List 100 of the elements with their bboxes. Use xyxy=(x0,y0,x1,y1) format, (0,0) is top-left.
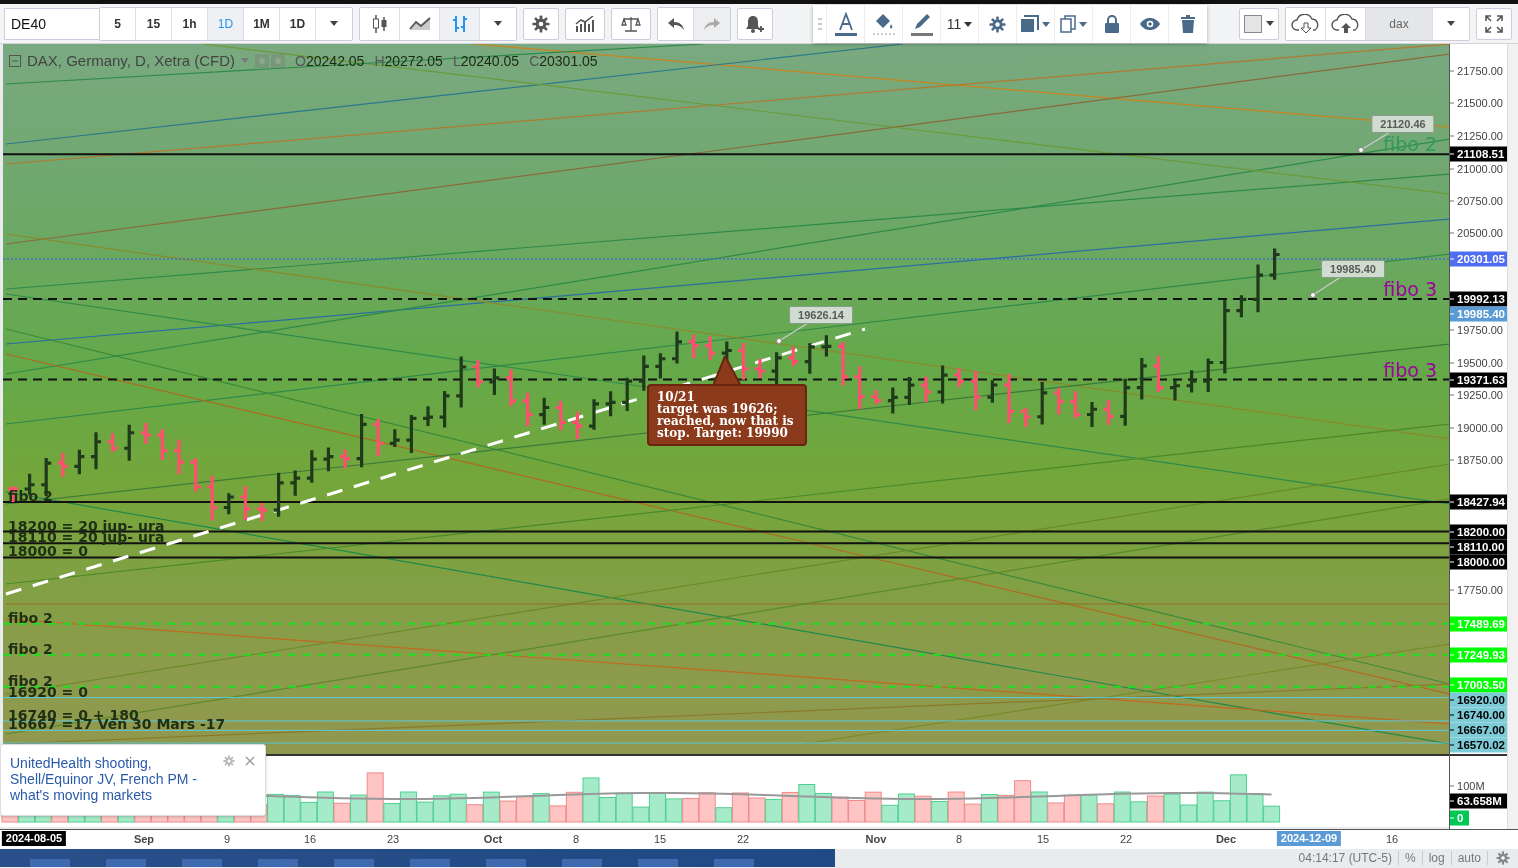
undo-icon xyxy=(667,17,684,30)
scales-icon xyxy=(621,15,641,32)
date-tick-label: 15 xyxy=(1036,832,1050,847)
price-label: 19626.14 xyxy=(789,306,853,324)
trash-icon xyxy=(1181,15,1195,33)
price-tick-label: 21750.00 xyxy=(1450,63,1507,79)
clone-button[interactable] xyxy=(1055,5,1093,43)
price-marker: 17003.50 xyxy=(1450,677,1507,693)
layers-button[interactable] xyxy=(1017,5,1055,43)
price-marker: 16920.00 xyxy=(1450,692,1507,708)
load-button[interactable] xyxy=(1286,7,1326,40)
volume-marker: 63.658M xyxy=(1450,793,1507,809)
caret-icon xyxy=(1079,21,1087,27)
price-marker: 19985.40 xyxy=(1450,306,1507,322)
price-tick-label: 19250.00 xyxy=(1450,387,1507,403)
cloud-download-icon xyxy=(1290,13,1321,34)
color-dropdown[interactable] xyxy=(1239,7,1279,40)
pencil-icon xyxy=(909,12,934,36)
price-tick-label: 21000.00 xyxy=(1450,161,1507,177)
date-tick-label: 8 xyxy=(572,832,580,847)
caret-icon xyxy=(1447,21,1455,26)
candlestick-icon xyxy=(371,13,388,34)
lock-icon xyxy=(1104,15,1119,33)
price-tick-label: 18750.00 xyxy=(1450,452,1507,468)
level-label: 18000 = 0 xyxy=(8,543,88,560)
caret-icon xyxy=(1042,21,1050,27)
collapse-icon[interactable] xyxy=(9,54,21,67)
text-color-button[interactable] xyxy=(827,5,865,43)
fullscreen-icon xyxy=(1485,14,1503,33)
compare-button[interactable] xyxy=(611,7,651,40)
news-headline[interactable]: UnitedHealth shooting, Shell/Equinor JV, French PM - what's moving markets xyxy=(10,755,215,803)
price-marker: 20301.05 xyxy=(1450,251,1507,267)
price-marker: 16570.02 xyxy=(1450,737,1507,753)
price-marker: 18000.00 xyxy=(1450,554,1507,570)
price-marker: 16740.00 xyxy=(1450,707,1507,723)
date-tick-label: 9 xyxy=(223,832,231,847)
lock-button[interactable] xyxy=(1093,5,1131,43)
level-label: fibo 3 xyxy=(1383,280,1438,299)
bell-plus-icon xyxy=(745,14,765,33)
price-tick-label: 21250.00 xyxy=(1450,128,1507,144)
price-marker: 17489.69 xyxy=(1450,616,1507,632)
indicators-icon xyxy=(575,15,595,32)
date-tick-label: Dec xyxy=(1215,832,1237,847)
font-size-dropdown[interactable]: 11 xyxy=(941,5,979,43)
layers-icon xyxy=(1021,15,1039,33)
symbol-title: DAX, Germany, D, Xetra (CFD) xyxy=(27,52,236,69)
caret-icon xyxy=(330,21,338,26)
price-marker: 16667.00 xyxy=(1450,722,1507,738)
price-label: 19985.40 xyxy=(1321,260,1385,278)
copy-icon xyxy=(1060,15,1076,33)
price-tick-label: 20750.00 xyxy=(1450,193,1507,209)
caret-icon xyxy=(241,58,250,63)
date-tick-label: Sep xyxy=(133,832,155,847)
note-text: 10/21 target was 19626; reached, now that is stop. Target: 19990 xyxy=(657,391,795,439)
price-marker: 18110.00 xyxy=(1450,539,1507,555)
caret-icon xyxy=(494,21,502,26)
ohlc-value: L20240.05 xyxy=(452,52,520,69)
price-marker: 17249.93 xyxy=(1450,647,1507,663)
price-marker: 19992.13 xyxy=(1450,291,1507,307)
price-marker: 18427.94 xyxy=(1450,494,1507,510)
line-color-button[interactable] xyxy=(903,5,941,43)
price-tick-label: 21500.00 xyxy=(1450,95,1507,111)
date-marker: 2024-12-09 xyxy=(1276,831,1342,846)
alert-button[interactable] xyxy=(737,7,773,40)
close-icon[interactable] xyxy=(245,756,255,766)
date-tick-label: 22 xyxy=(1119,832,1133,847)
scale-toggle[interactable]: auto xyxy=(1451,851,1487,865)
volume-tick-label: 100M xyxy=(1450,778,1507,794)
drag-handle[interactable] xyxy=(813,5,827,43)
symbol-field[interactable]: DE40 xyxy=(4,7,100,40)
date-tick-label: 23 xyxy=(386,832,400,847)
layout-select[interactable]: dax xyxy=(1366,7,1433,40)
interval-button[interactable]: 5 xyxy=(100,7,136,40)
level-label: fibo 2 xyxy=(8,609,53,626)
date-tick-label: Oct xyxy=(483,832,503,847)
date-tick-label: 15 xyxy=(653,832,667,847)
clock-text: 04:14:17 (UTC-5) xyxy=(1297,851,1393,865)
indicators-button[interactable] xyxy=(565,7,605,40)
callout-pointer xyxy=(713,356,741,386)
price-marker: 19371.63 xyxy=(1450,372,1507,388)
price-tick-label: 19000.00 xyxy=(1450,420,1507,436)
bar-chart-icon xyxy=(450,14,469,33)
fill-color-button[interactable] xyxy=(865,5,903,43)
scale-toggle[interactable]: % xyxy=(1398,851,1422,865)
cloud-upload-icon xyxy=(1330,13,1361,34)
settings-button[interactable] xyxy=(523,7,559,40)
scrollbar[interactable] xyxy=(1507,44,1518,829)
chart-type-button[interactable] xyxy=(360,7,400,40)
text-color-icon xyxy=(833,12,858,36)
caret-icon xyxy=(1265,21,1274,26)
level-label: fibo 2 xyxy=(8,640,53,657)
date-tick-label: 16 xyxy=(1385,832,1399,847)
fullscreen-button[interactable] xyxy=(1476,7,1512,40)
volume-marker: 0 xyxy=(1450,810,1470,826)
price-tick-label: 20500.00 xyxy=(1450,225,1507,241)
visibility-button[interactable] xyxy=(1131,5,1169,43)
delete-button[interactable] xyxy=(1169,5,1207,43)
undo-button[interactable] xyxy=(658,7,694,40)
paint-bucket-icon xyxy=(871,12,896,36)
scale-toggle[interactable]: log xyxy=(1422,851,1451,865)
